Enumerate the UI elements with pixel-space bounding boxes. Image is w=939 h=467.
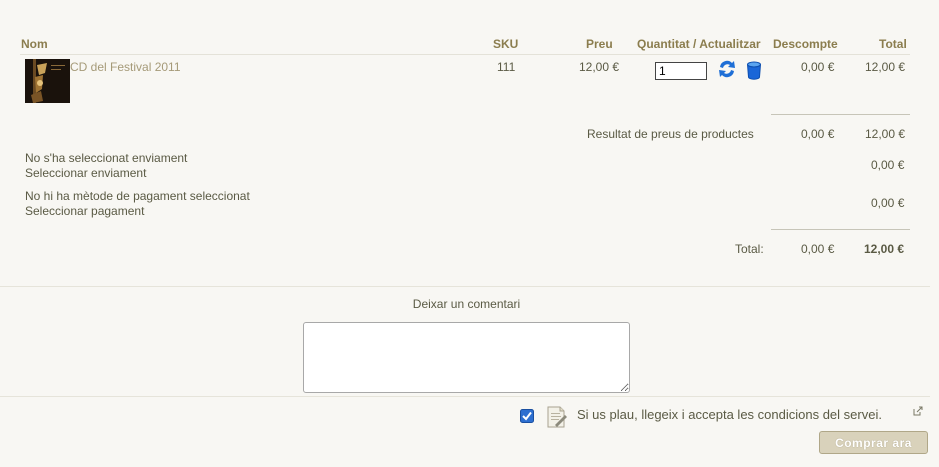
terms-document-icon-wrap <box>545 405 569 429</box>
select-shipping-link[interactable]: Seleccionar enviament <box>25 166 146 180</box>
external-link-icon <box>913 405 923 416</box>
products-subtotal-discount: 0,00 € <box>801 127 835 141</box>
section-divider <box>0 286 930 287</box>
product-total: 12,00 € <box>865 60 906 74</box>
grand-total-label: Total: <box>735 242 764 256</box>
column-header-name: Nom <box>21 37 48 51</box>
product-image-icon <box>25 59 70 103</box>
select-payment-link[interactable]: Seleccionar pagament <box>25 204 144 218</box>
delete-item-button[interactable] <box>746 61 762 80</box>
checkout-button[interactable]: Comprar ara <box>819 431 928 454</box>
header-divider <box>20 54 910 55</box>
column-header-sku: SKU <box>493 37 519 51</box>
comment-textarea[interactable] <box>303 322 630 393</box>
trash-icon <box>747 61 761 80</box>
subtotal-divider <box>771 114 910 115</box>
shipping-total: 0,00 € <box>871 158 905 172</box>
column-header-quantity: Quantitat / Actualitzar <box>637 37 761 51</box>
terms-link[interactable]: Si us plau, llegeix i accepta les condic… <box>577 407 882 422</box>
product-price: 12,00 € <box>579 60 620 74</box>
document-icon <box>547 406 567 428</box>
quantity-input[interactable] <box>655 62 707 80</box>
checkbox-checked-icon <box>520 409 534 423</box>
column-header-discount: Descompte <box>773 37 838 51</box>
total-divider <box>771 229 910 230</box>
update-quantity-button[interactable] <box>716 58 738 80</box>
payment-total: 0,00 € <box>871 196 905 210</box>
refresh-icon <box>719 60 735 78</box>
products-subtotal-label: Resultat de preus de productes <box>587 127 754 141</box>
payment-status: No hi ha mètode de pagament seleccionat <box>25 189 250 203</box>
footer-divider <box>0 396 930 397</box>
product-discount: 0,00 € <box>801 60 835 74</box>
products-subtotal-total: 12,00 € <box>865 127 906 141</box>
tos-checkbox[interactable] <box>520 409 534 423</box>
product-sku: 111 <box>497 60 516 74</box>
product-thumbnail[interactable] <box>25 59 70 103</box>
product-name-link[interactable]: CD del Festival 2011 <box>70 60 181 74</box>
shipping-status: No s'ha seleccionat enviament <box>25 151 188 165</box>
column-header-price: Preu <box>586 37 613 51</box>
comment-label: Deixar un comentari <box>412 297 521 311</box>
grand-total-discount: 0,00 € <box>801 242 835 256</box>
grand-total-amount: 12,00 € <box>864 242 905 256</box>
column-header-total: Total <box>879 37 907 51</box>
